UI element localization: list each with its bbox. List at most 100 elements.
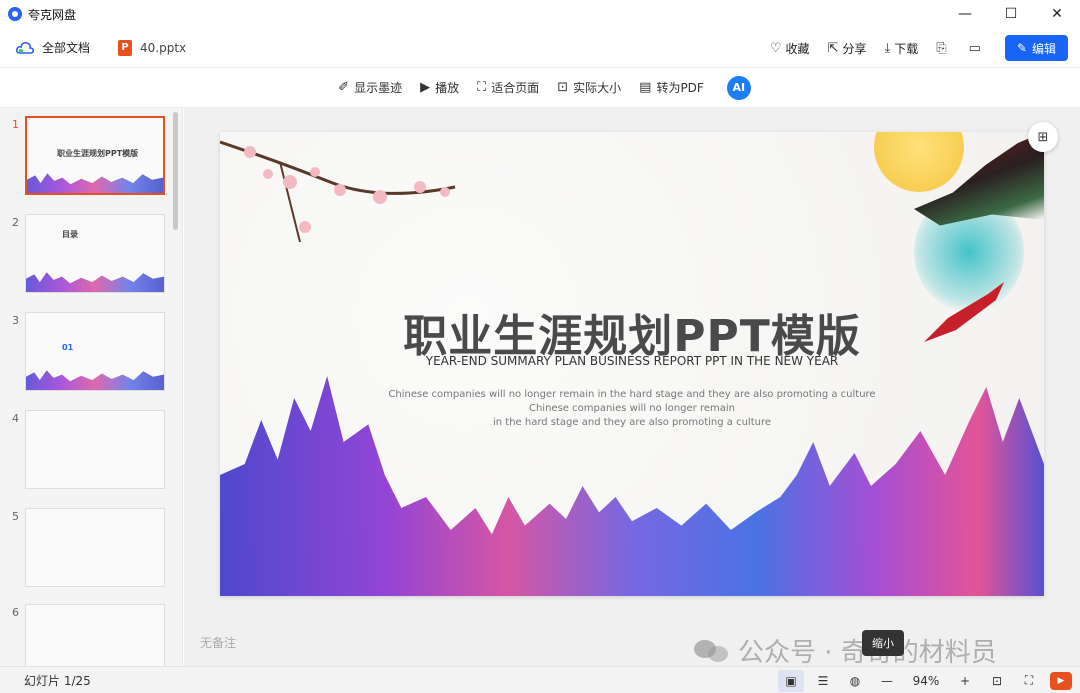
to-pdf-label: 转为PDF: [656, 81, 704, 95]
wechat-logo-icon: [694, 638, 728, 664]
app-title: 夸克网盘: [28, 7, 77, 22]
actual-size-label: 实际大小: [573, 81, 622, 95]
thumbnail-item[interactable]: 4: [0, 410, 182, 490]
pencil-icon: ✎: [1016, 41, 1027, 55]
notes-icon: ☰: [817, 673, 829, 688]
thumbnail-title: 职业生涯规划PPT模版: [57, 149, 139, 158]
zoom-out-tooltip: 缩小: [862, 630, 904, 656]
plus-icon: +: [959, 673, 971, 688]
slide-body-line: in the hard stage and they are also prom…: [492, 417, 772, 428]
thumbnail-item[interactable]: 6: [0, 604, 182, 666]
favorite-label: 收藏: [785, 41, 810, 56]
slide-counter: 幻灯片 1/25: [24, 673, 91, 688]
edit-label: 编辑: [1031, 41, 1056, 56]
fullscreen-icon: ⛶: [1024, 673, 1034, 687]
fullscreen-button[interactable]: ⛶: [1016, 670, 1042, 692]
zoom-out-button[interactable]: —: [874, 670, 900, 692]
pptx-file-icon: P: [118, 39, 133, 56]
viewer-toolbar: ✐ 显示墨迹 ▶ 播放 ⛶ 适合页面 ⊡ 实际大小 ▤ 转为PDF AI: [0, 68, 1080, 108]
favorite-button[interactable]: ♡ 收藏: [770, 40, 810, 57]
current-slide[interactable]: 职业生涯规划PPT模版 YEAR-END SUMMARY PLAN BUSINE…: [220, 132, 1044, 596]
export-button[interactable]: ⎘: [936, 41, 950, 56]
share-label: 分享: [842, 41, 867, 56]
speaker-notes[interactable]: 无备注: [200, 634, 236, 651]
actual-size-button[interactable]: ⊡ 实际大小: [557, 79, 621, 96]
thumbnail-number: 4: [12, 412, 19, 425]
share-button[interactable]: ⇱ 分享: [828, 40, 867, 57]
globe-icon: ◍: [849, 673, 861, 688]
window-controls: — ☐ ✕: [942, 0, 1080, 28]
thumbnail-number: 3: [12, 314, 19, 327]
thumbnail-preview[interactable]: [25, 508, 165, 587]
feedback-button[interactable]: ▭: [969, 41, 985, 56]
show-ink-button[interactable]: ✐ 显示墨迹: [338, 79, 402, 96]
close-button[interactable]: ✕: [1034, 0, 1080, 28]
show-ink-label: 显示墨迹: [354, 81, 403, 95]
actual-size-icon: ⊡: [557, 80, 569, 95]
fit-page-icon: ⛶: [477, 80, 487, 95]
web-view-button[interactable]: ◍: [842, 670, 868, 692]
blossom-branch-illustration: [220, 140, 456, 243]
thumbnail-preview[interactable]: 目录: [25, 214, 165, 293]
play-circle-icon: ▶: [420, 80, 431, 95]
zoom-level[interactable]: 94%: [906, 674, 946, 688]
breadcrumb-all-docs[interactable]: 全部文档: [16, 39, 90, 56]
download-icon: ⤓: [884, 40, 891, 56]
status-bar: 幻灯片 1/25 ▣ ☰ ◍ — 94% + ⊡ ⛶ ▶: [0, 666, 1080, 693]
fit-icon: ⊡: [991, 673, 1003, 688]
slide-body-line: Chinese companies will no longer remain: [528, 403, 735, 414]
breadcrumb-label: 全部文档: [42, 41, 91, 55]
thumbnail-preview[interactable]: [25, 604, 165, 666]
download-label: 下载: [894, 41, 919, 56]
thumbnail-scrollbar[interactable]: [173, 112, 178, 230]
slide-screenshot-button[interactable]: ⊞: [1028, 122, 1058, 152]
fit-page-button[interactable]: ⛶ 适合页面: [477, 79, 539, 96]
thumbnail-item[interactable]: 2 目录: [0, 214, 182, 294]
title-bar: 夸克网盘 — ☐ ✕: [0, 0, 1080, 28]
heart-icon: ♡: [769, 40, 782, 56]
normal-view-button[interactable]: ▣: [778, 669, 804, 692]
slide-subtitle: YEAR-END SUMMARY PLAN BUSINESS REPORT PP…: [425, 354, 839, 368]
export-icon: ⎘: [936, 40, 947, 56]
slide-view-icon: ▣: [785, 673, 797, 688]
maximize-button[interactable]: ☐: [988, 0, 1034, 28]
share-icon: ⇱: [827, 40, 839, 56]
file-name: 40.pptx: [140, 40, 187, 55]
slide-stage: 职业生涯规划PPT模版 YEAR-END SUMMARY PLAN BUSINE…: [184, 108, 1080, 669]
thumbnail-preview[interactable]: [25, 410, 165, 489]
minimize-button[interactable]: —: [942, 0, 988, 28]
screenshot-icon: ⊞: [1037, 129, 1049, 145]
thumbnail-preview[interactable]: 01: [25, 312, 165, 391]
to-pdf-button[interactable]: ▤ 转为PDF: [639, 79, 704, 96]
play-icon: ▶: [1057, 675, 1065, 686]
file-tab[interactable]: P 40.pptx: [118, 39, 187, 56]
notes-view-button[interactable]: ☰: [810, 670, 836, 692]
play-label: 播放: [435, 81, 460, 95]
ai-assistant-button[interactable]: AI: [726, 75, 751, 100]
thumbnail-art: [27, 173, 163, 193]
slide-thumbnail-panel[interactable]: 1 职业生涯规划PPT模版 2 目录 3 01 4 5 6: [0, 108, 183, 666]
thumbnail-title: 目录: [62, 230, 78, 239]
thumbnail-art: [26, 370, 164, 390]
header-actions: ♡ 收藏 ⇱ 分享 ⤓ 下载 ⎘ ▭ ✎ 编辑: [752, 28, 1068, 68]
thumbnail-item[interactable]: 3 01: [0, 312, 182, 392]
watermark: 公众号 · 奇奇的材料员: [694, 632, 997, 669]
zoom-in-button[interactable]: +: [952, 670, 978, 692]
slideshow-play-button[interactable]: ▶: [1050, 671, 1072, 690]
fit-window-button[interactable]: ⊡: [984, 670, 1010, 692]
cloud-icon: [16, 41, 34, 55]
download-button[interactable]: ⤓ 下载: [884, 40, 918, 57]
play-button[interactable]: ▶ 播放: [420, 79, 459, 96]
thumbnail-number: 6: [12, 606, 19, 619]
thumbnail-number: 5: [12, 510, 19, 523]
status-controls: ▣ ☰ ◍ — 94% + ⊡ ⛶ ▶: [772, 667, 1072, 693]
thumbnail-item[interactable]: 5: [0, 508, 182, 588]
minus-icon: —: [881, 673, 893, 688]
thumbnail-item[interactable]: 1 职业生涯规划PPT模版: [0, 116, 182, 196]
thumbnail-number: 2: [12, 216, 19, 229]
pdf-icon: ▤: [639, 80, 652, 95]
thumbnail-preview[interactable]: 职业生涯规划PPT模版: [25, 116, 165, 195]
edit-button[interactable]: ✎ 编辑: [1004, 35, 1068, 61]
thumbnail-title: 01: [62, 343, 74, 352]
comment-icon: ▭: [968, 40, 981, 56]
